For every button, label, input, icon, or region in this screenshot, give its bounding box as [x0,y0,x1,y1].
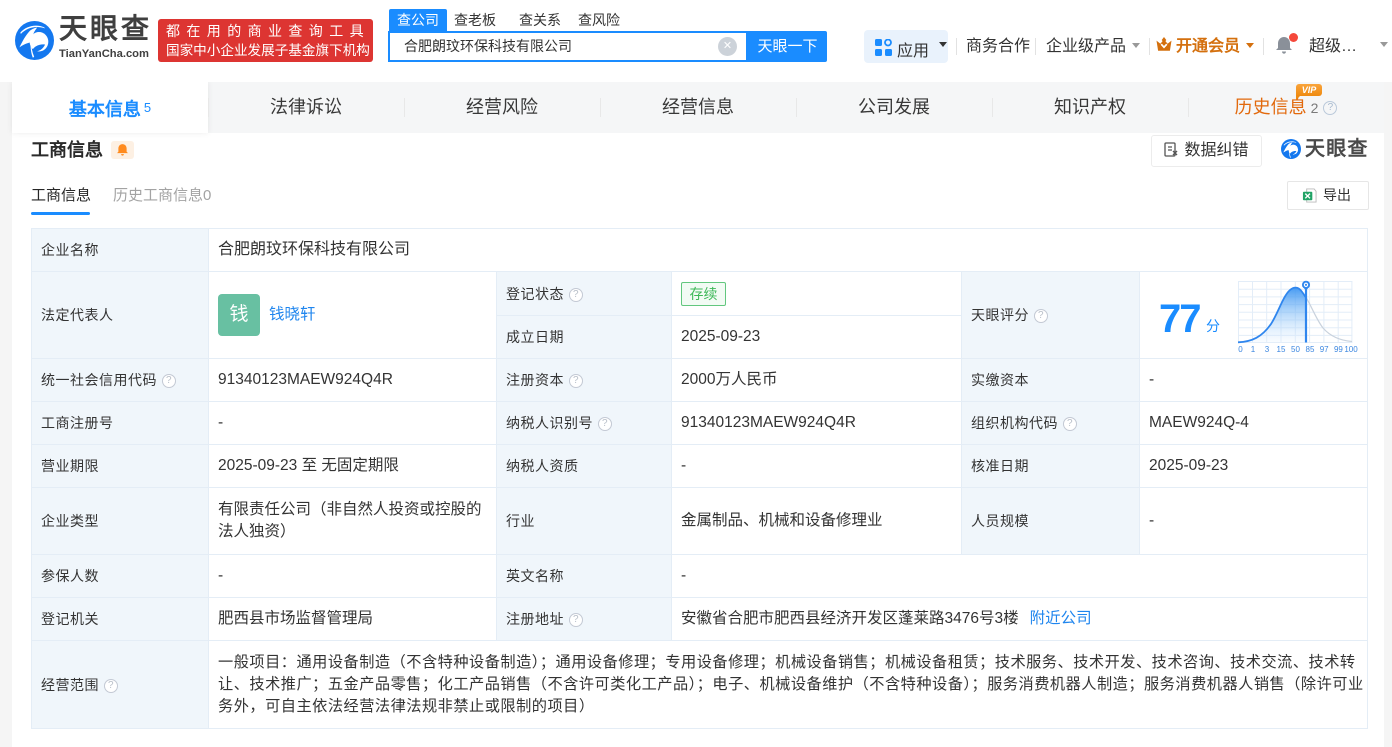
svg-text:100: 100 [1344,345,1358,354]
svg-text:99: 99 [1334,345,1343,354]
svg-text:97: 97 [1320,345,1329,354]
svg-text:1: 1 [1251,345,1256,354]
svg-text:50: 50 [1291,345,1300,354]
svg-text:0: 0 [1238,345,1243,354]
svg-text:15: 15 [1277,345,1286,354]
svg-text:85: 85 [1306,345,1315,354]
svg-text:3: 3 [1265,345,1270,354]
